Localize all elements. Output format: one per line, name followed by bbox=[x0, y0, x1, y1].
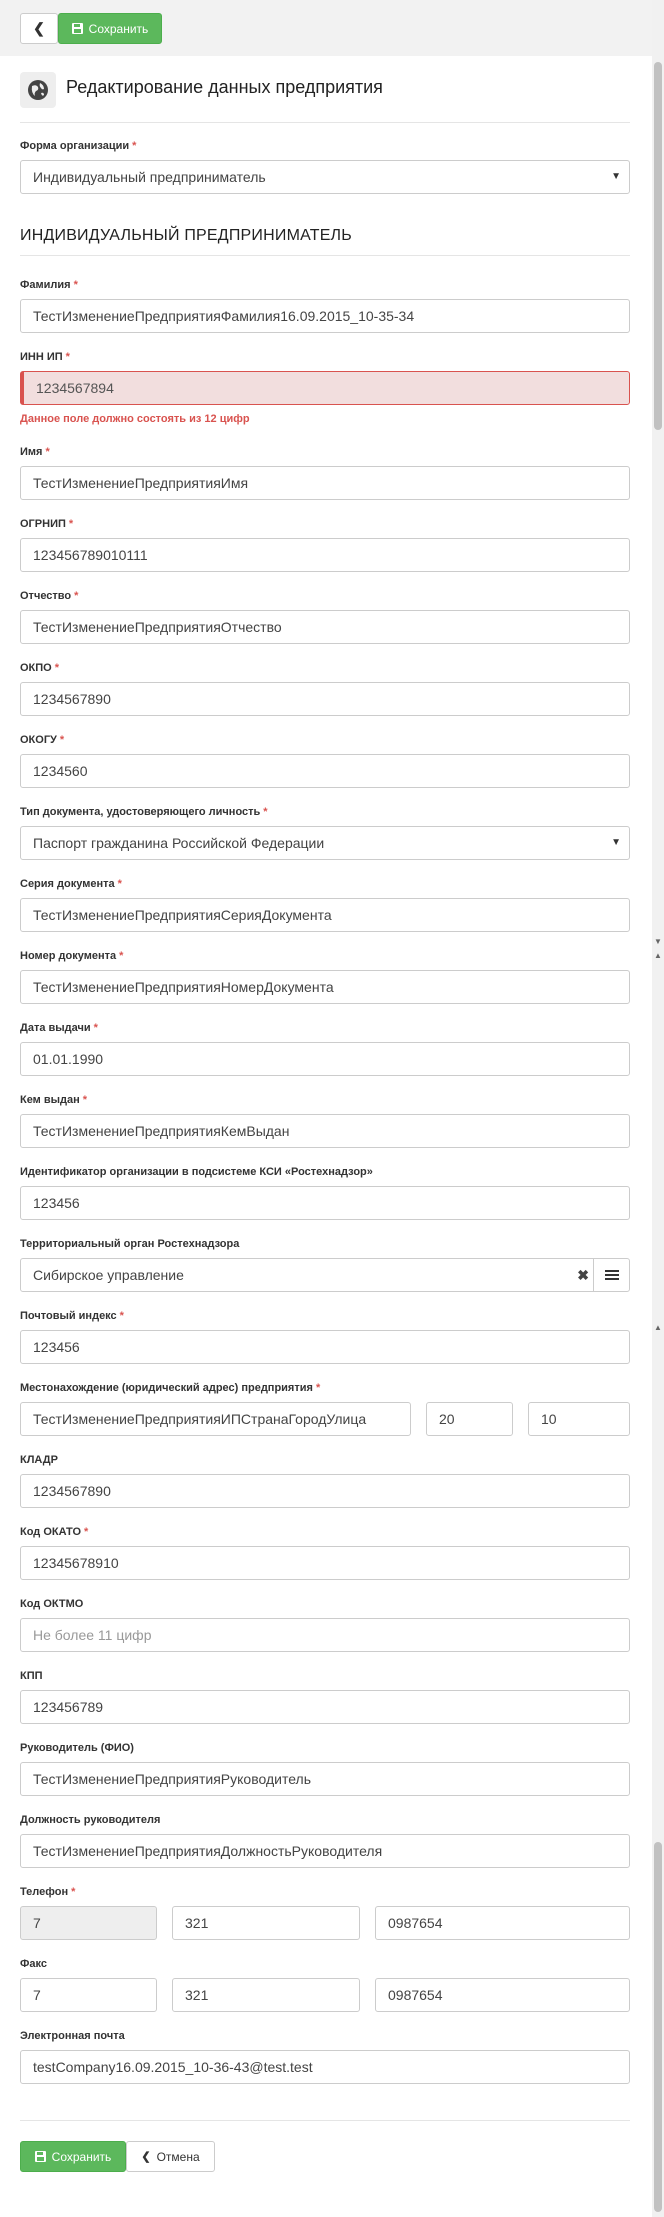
okato-label: Код ОКАТО * bbox=[20, 1526, 89, 1538]
kpp-label: КПП bbox=[20, 1670, 43, 1682]
doc-number-label: Номер документа * bbox=[20, 950, 124, 962]
caret-down-icon: ▼ bbox=[611, 837, 621, 848]
kladr-label: КЛАДР bbox=[20, 1454, 58, 1466]
address-apartment-input[interactable]: 10 bbox=[528, 1402, 630, 1436]
territorial-body-label: Территориальный орган Ростехнадзора bbox=[20, 1238, 240, 1250]
ksi-id-input[interactable]: 123456 bbox=[20, 1186, 630, 1220]
address-house-input[interactable]: 20 bbox=[426, 1402, 513, 1436]
okogu-input[interactable]: 1234560 bbox=[20, 754, 630, 788]
save-button-top[interactable]: Сохранить bbox=[58, 13, 162, 44]
org-form-select[interactable]: Индивидуальный предприниматель ▼ bbox=[20, 160, 630, 194]
postal-code-label: Почтовый индекс * bbox=[20, 1310, 124, 1322]
section-title: ИНДИВИДУАЛЬНЫЙ ПРЕДПРИНИМАТЕЛЬ bbox=[20, 227, 352, 244]
floppy-disk-icon bbox=[71, 23, 83, 34]
middle-name-input[interactable]: ТестИзменениеПредприятияОтчество bbox=[20, 610, 630, 644]
org-form-value: Индивидуальный предприниматель bbox=[33, 169, 266, 185]
scroll-up-arrow-icon[interactable]: ▲ bbox=[654, 1324, 662, 1332]
ksi-id-label: Идентификатор организации в подсистеме К… bbox=[20, 1166, 373, 1178]
chevron-left-icon: ❮ bbox=[141, 2151, 151, 2163]
territorial-body-value: Сибирское управление bbox=[33, 1267, 184, 1283]
org-form-label: Форма организации * bbox=[20, 140, 137, 152]
caret-down-icon: ▼ bbox=[611, 171, 621, 182]
cancel-button-label: Отмена bbox=[156, 2149, 200, 2164]
inn-error-message: Данное поле должно состоять из 12 цифр bbox=[20, 413, 250, 425]
cancel-button[interactable]: ❮ Отмена bbox=[126, 2141, 215, 2172]
id-doc-type-label: Тип документа, удостоверяющего личность * bbox=[20, 806, 268, 818]
divider bbox=[20, 255, 630, 256]
id-doc-type-value: Паспорт гражданина Российской Федерации bbox=[33, 835, 325, 851]
scrollbar[interactable]: ▼ ▲ ▲ bbox=[652, 0, 664, 2217]
chevron-left-icon: ❮ bbox=[33, 20, 45, 36]
okogu-label: ОКОГУ * bbox=[20, 734, 65, 746]
okpo-label: ОКПО * bbox=[20, 662, 60, 674]
doc-series-label: Серия документа * bbox=[20, 878, 122, 890]
doc-number-input[interactable]: ТестИзменениеПредприятияНомерДокумента bbox=[20, 970, 630, 1004]
issue-date-label: Дата выдачи * bbox=[20, 1022, 98, 1034]
okato-input[interactable]: 12345678910 bbox=[20, 1546, 630, 1580]
oktmo-label: Код ОКТМО bbox=[20, 1598, 84, 1610]
phone-area-input[interactable]: 321 bbox=[172, 1906, 360, 1940]
phone-label: Телефон * bbox=[20, 1886, 76, 1898]
divider bbox=[20, 2120, 630, 2121]
page-title: Редактирование данных предприятия bbox=[66, 77, 383, 97]
inn-input[interactable]: 1234567894 bbox=[20, 371, 630, 405]
floppy-disk-icon bbox=[34, 2151, 46, 2162]
scroll-down-arrow-icon[interactable]: ▼ bbox=[654, 938, 662, 946]
ogrnip-input[interactable]: 123456789010111 bbox=[20, 538, 630, 572]
email-input[interactable]: testCompany16.09.2015_10-36-43@test.test bbox=[20, 2050, 630, 2084]
director-position-label: Должность руководителя bbox=[20, 1814, 161, 1826]
scrollbar-thumb-bottom[interactable] bbox=[654, 1842, 662, 2212]
issued-by-label: Кем выдан * bbox=[20, 1094, 88, 1106]
list-icon[interactable] bbox=[593, 1259, 629, 1291]
issued-by-input[interactable]: ТестИзменениеПредприятияКемВыдан bbox=[20, 1114, 630, 1148]
inn-label: ИНН ИП * bbox=[20, 351, 70, 363]
last-name-input[interactable]: ТестИзменениеПредприятияФамилия16.09.201… bbox=[20, 299, 630, 333]
middle-name-label: Отчество * bbox=[20, 590, 79, 602]
director-input[interactable]: ТестИзменениеПредприятияРуководитель bbox=[20, 1762, 630, 1796]
phone-code-input[interactable]: 7 bbox=[20, 1906, 157, 1940]
clear-icon[interactable]: ✖ bbox=[577, 1259, 589, 1291]
address-street-input[interactable]: ТестИзменениеПредприятияИПСтранаГородУли… bbox=[20, 1402, 411, 1436]
oktmo-input[interactable]: Не более 11 цифр bbox=[20, 1618, 630, 1652]
save-button-bottom[interactable]: Сохранить bbox=[20, 2141, 126, 2172]
globe-icon bbox=[20, 72, 56, 108]
postal-code-input[interactable]: 123456 bbox=[20, 1330, 630, 1364]
okpo-input[interactable]: 1234567890 bbox=[20, 682, 630, 716]
kpp-input[interactable]: 123456789 bbox=[20, 1690, 630, 1724]
address-label: Местонахождение (юридический адрес) пред… bbox=[20, 1382, 321, 1394]
issue-date-input[interactable]: 01.01.1990 bbox=[20, 1042, 630, 1076]
first-name-label: Имя * bbox=[20, 446, 50, 458]
kladr-input[interactable]: 1234567890 bbox=[20, 1474, 630, 1508]
fax-number-input[interactable]: 0987654 bbox=[375, 1978, 630, 2012]
fax-area-input[interactable]: 321 bbox=[172, 1978, 360, 2012]
territorial-body-select[interactable]: Сибирское управление ✖ bbox=[20, 1258, 630, 1292]
first-name-input[interactable]: ТестИзменениеПредприятияИмя bbox=[20, 466, 630, 500]
scroll-up-arrow-icon[interactable]: ▲ bbox=[654, 952, 662, 960]
fax-label: Факс bbox=[20, 1958, 47, 1970]
back-button[interactable]: ❮ bbox=[20, 13, 58, 44]
doc-series-input[interactable]: ТестИзменениеПредприятияСерияДокумента bbox=[20, 898, 630, 932]
phone-number-input[interactable]: 0987654 bbox=[375, 1906, 630, 1940]
id-doc-type-select[interactable]: Паспорт гражданина Российской Федерации … bbox=[20, 826, 630, 860]
last-name-label: Фамилия * bbox=[20, 279, 78, 291]
email-label: Электронная почта bbox=[20, 2030, 125, 2042]
scrollbar-thumb-top[interactable] bbox=[654, 62, 662, 430]
fax-code-input[interactable]: 7 bbox=[20, 1978, 157, 2012]
director-position-input[interactable]: ТестИзменениеПредприятияДолжностьРуковод… bbox=[20, 1834, 630, 1868]
save-button-label: Сохранить bbox=[88, 21, 149, 36]
divider bbox=[20, 122, 630, 123]
save-button-label: Сохранить bbox=[51, 2149, 112, 2164]
ogrnip-label: ОГРНИП * bbox=[20, 518, 74, 530]
director-label: Руководитель (ФИО) bbox=[20, 1742, 134, 1754]
